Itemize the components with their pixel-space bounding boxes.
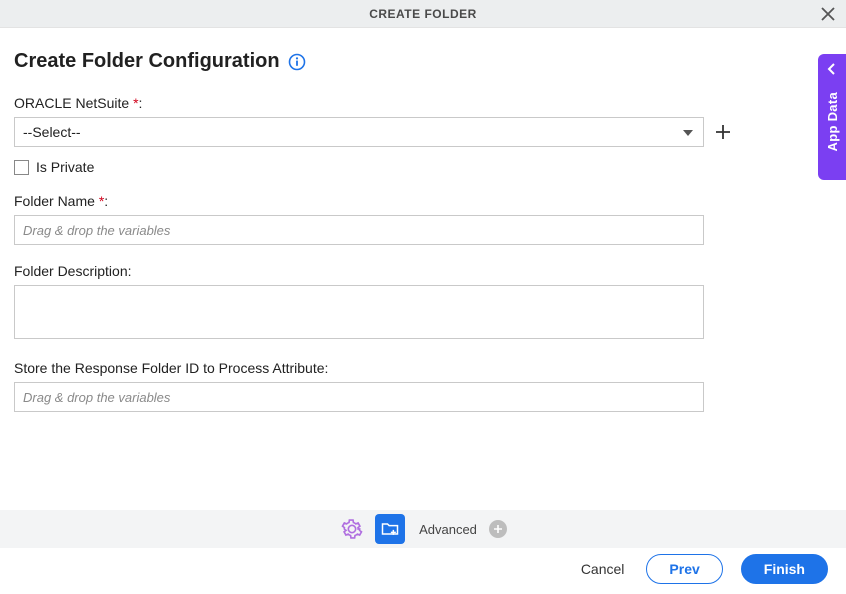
gear-icon xyxy=(341,518,363,540)
cancel-button[interactable]: Cancel xyxy=(577,555,629,583)
oracle-netsuite-select[interactable]: --Select-- xyxy=(14,117,704,147)
oracle-netsuite-selected-value: --Select-- xyxy=(23,124,81,140)
page-title: Create Folder Configuration xyxy=(14,50,280,73)
folder-description-label: Folder Description: xyxy=(14,263,718,279)
label-colon: : xyxy=(104,193,108,209)
dialog-body: Create Folder Configuration ORACLE NetSu… xyxy=(0,28,846,412)
chevron-left-icon xyxy=(826,62,838,78)
field-is-private: Is Private xyxy=(14,159,832,175)
titlebar-title: CREATE FOLDER xyxy=(369,7,477,21)
folder-name-input[interactable] xyxy=(14,215,704,245)
store-attribute-input[interactable] xyxy=(14,382,704,412)
oracle-netsuite-label: ORACLE NetSuite *: xyxy=(14,95,718,111)
field-store-attribute: Store the Response Folder ID to Process … xyxy=(14,360,718,412)
advanced-link[interactable]: Advanced xyxy=(419,522,477,537)
info-icon[interactable] xyxy=(288,53,306,71)
advanced-expand-button[interactable] xyxy=(489,520,507,538)
store-attribute-label: Store the Response Folder ID to Process … xyxy=(14,360,718,376)
add-connection-button[interactable] xyxy=(714,121,732,143)
app-data-label: App Data xyxy=(825,92,840,151)
label-colon: : xyxy=(139,95,143,111)
is-private-checkbox[interactable] xyxy=(14,160,29,175)
folder-description-input[interactable] xyxy=(14,285,704,339)
close-button[interactable] xyxy=(816,2,840,26)
oracle-select-row: --Select-- xyxy=(14,117,718,147)
folder-add-button[interactable] xyxy=(375,514,405,544)
folder-add-icon xyxy=(380,519,400,539)
settings-button[interactable] xyxy=(339,516,365,542)
oracle-netsuite-label-text: ORACLE NetSuite xyxy=(14,95,133,111)
field-folder-name: Folder Name *: xyxy=(14,193,718,245)
page-title-row: Create Folder Configuration xyxy=(14,50,832,73)
dialog-window: CREATE FOLDER Create Folder Configuratio… xyxy=(0,0,846,594)
folder-name-label: Folder Name *: xyxy=(14,193,718,209)
is-private-label: Is Private xyxy=(36,159,94,175)
field-folder-description: Folder Description: xyxy=(14,263,718,342)
app-data-tab[interactable]: App Data xyxy=(818,54,846,180)
field-oracle-netsuite: ORACLE NetSuite *: --Select-- xyxy=(14,95,718,147)
finish-button[interactable]: Finish xyxy=(741,554,828,584)
button-row: Cancel Prev Finish xyxy=(577,554,828,584)
plus-icon xyxy=(493,524,503,534)
prev-button[interactable]: Prev xyxy=(646,554,722,584)
close-icon xyxy=(821,7,835,21)
titlebar: CREATE FOLDER xyxy=(0,0,846,28)
plus-icon xyxy=(714,123,732,141)
footer-toolbar: Advanced xyxy=(0,510,846,548)
folder-name-label-text: Folder Name xyxy=(14,193,99,209)
